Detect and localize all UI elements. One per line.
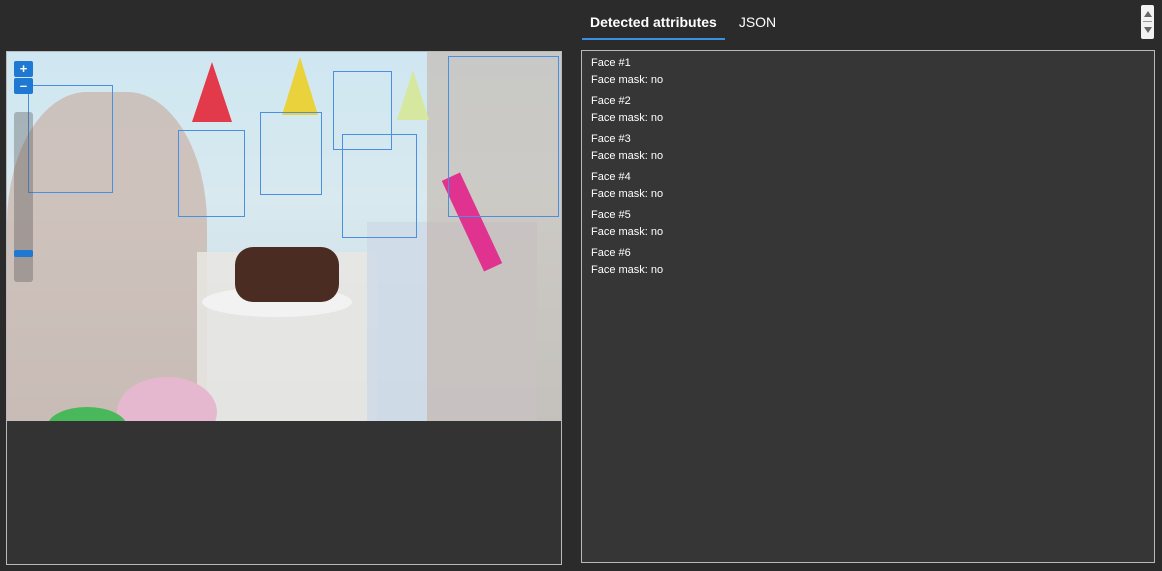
face-box-2[interactable]	[178, 130, 245, 217]
party-hat-shape	[192, 62, 232, 122]
face-entry: Face #3 Face mask: no	[582, 127, 1154, 165]
zoom-slider-thumb[interactable]	[14, 250, 33, 257]
face-mask-attribute: Face mask: no	[591, 112, 664, 124]
face-title: Face #4	[591, 171, 631, 183]
face-mask-attribute: Face mask: no	[591, 188, 664, 200]
face-box-5[interactable]	[342, 134, 417, 238]
zoom-in-button[interactable]: +	[14, 61, 33, 77]
cake-shape	[235, 247, 339, 302]
face-mask-attribute: Face mask: no	[591, 226, 664, 238]
face-entry: Face #5 Face mask: no	[582, 203, 1154, 241]
face-title: Face #5	[591, 209, 631, 221]
face-entry: Face #1 Face mask: no	[582, 51, 1154, 89]
face-box-6[interactable]	[448, 56, 559, 217]
chevron-down-icon[interactable]	[1144, 27, 1152, 33]
face-entry: Face #6 Face mask: no	[582, 241, 1154, 279]
party-hat-shape	[397, 70, 429, 120]
zoom-out-button[interactable]: –	[14, 78, 33, 94]
face-title: Face #1	[591, 57, 631, 69]
detected-attributes-panel: Face #1 Face mask: no Face #2 Face mask:…	[581, 50, 1155, 563]
face-box-1[interactable]	[28, 85, 113, 193]
party-photo: + –	[7, 52, 561, 421]
tab-json[interactable]: JSON	[731, 0, 784, 40]
tab-detected-attributes[interactable]: Detected attributes	[582, 0, 725, 40]
zoom-controls: + –	[14, 61, 33, 95]
scroll-stepper[interactable]	[1141, 5, 1154, 39]
result-tabs: Detected attributes JSON	[582, 0, 784, 42]
face-mask-attribute: Face mask: no	[591, 74, 664, 86]
divider	[1143, 21, 1152, 22]
chevron-up-icon[interactable]	[1144, 11, 1152, 17]
image-panel: + –	[6, 51, 562, 565]
face-title: Face #3	[591, 133, 631, 145]
face-box-3[interactable]	[260, 112, 322, 195]
party-hat-shape	[282, 57, 318, 115]
face-entry: Face #4 Face mask: no	[582, 165, 1154, 203]
face-title: Face #2	[591, 95, 631, 107]
face-mask-attribute: Face mask: no	[591, 264, 664, 276]
face-mask-attribute: Face mask: no	[591, 150, 664, 162]
face-title: Face #6	[591, 247, 631, 259]
face-entry: Face #2 Face mask: no	[582, 89, 1154, 127]
